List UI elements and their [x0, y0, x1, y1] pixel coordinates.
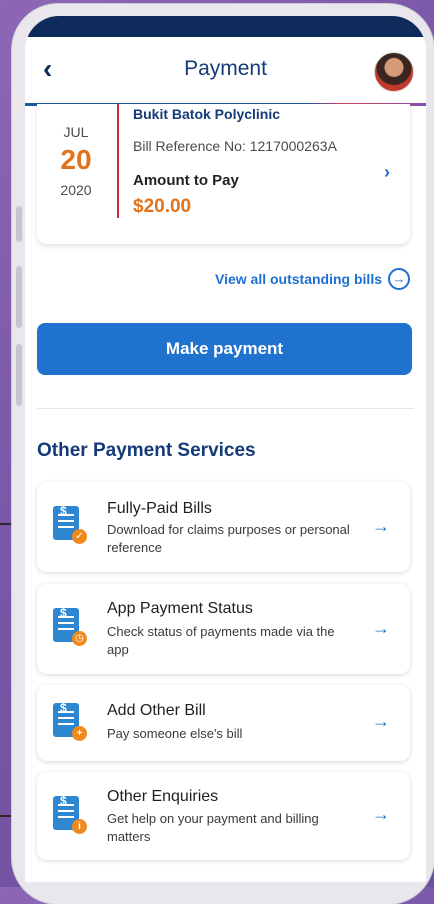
phone-side-button: [16, 266, 22, 328]
service-description: Check status of payments made via the ap…: [107, 624, 335, 657]
amount-value: $20.00: [133, 196, 192, 217]
service-add-other-bill[interactable]: $ + Add Other Bill Pay someone else's bi…: [37, 685, 410, 761]
outstanding-bill-card[interactable]: JUL 20 2020 Bukit Batok Polyclinic Bill …: [37, 104, 410, 244]
service-title: Add Other Bill: [107, 702, 206, 719]
circle-arrow-right-icon: →: [388, 268, 410, 290]
bill-date: JUL 20 2020: [47, 124, 105, 198]
service-description: Get help on your payment and billing mat…: [107, 811, 319, 844]
arrow-right-icon: →: [372, 618, 390, 638]
app-header: ‹ Payment: [25, 37, 426, 106]
bill-divider: [117, 104, 119, 218]
avatar[interactable]: [374, 52, 414, 92]
make-payment-button[interactable]: Make payment: [37, 323, 412, 375]
arrow-right-icon: →: [372, 516, 390, 536]
service-title: Fully-Paid Bills: [107, 500, 212, 517]
bill-clinic-name: Bukit Batok Polyclinic: [133, 106, 281, 122]
service-description: Pay someone else's bill: [107, 726, 243, 741]
status-bar: [25, 16, 426, 37]
receipt-clock-icon: $ ◷: [53, 606, 89, 648]
section-divider: [37, 408, 414, 409]
arrow-right-icon: →: [372, 804, 390, 824]
bill-date-year: 2020: [60, 182, 92, 198]
amount-label: Amount to Pay: [133, 172, 239, 189]
receipt-add-icon: $ +: [53, 701, 89, 743]
receipt-check-icon: $ ✓: [53, 504, 89, 546]
chevron-right-icon[interactable]: ›: [384, 162, 390, 183]
service-other-enquiries[interactable]: $ i Other Enquiries Get help on your pay…: [37, 772, 410, 860]
phone-side-button: [16, 344, 22, 406]
receipt-info-icon: $ i: [53, 794, 89, 836]
arrow-right-icon: →: [372, 711, 390, 731]
service-app-payment-status[interactable]: $ ◷ App Payment Status Check status of p…: [37, 584, 410, 674]
section-title: Other Payment Services: [37, 440, 256, 461]
view-all-bills-label: View all outstanding bills: [215, 271, 382, 287]
phone-side-button: [16, 206, 22, 242]
app-screen: ‹ Payment JUL 20 2020 Bukit Batok Polycl…: [25, 16, 426, 882]
bill-date-month: JUL: [63, 124, 89, 140]
service-title: Other Enquiries: [107, 788, 219, 805]
bill-reference: Bill Reference No: 1217000263A: [133, 138, 337, 154]
bill-date-day: 20: [60, 144, 92, 175]
service-fully-paid-bills[interactable]: $ ✓ Fully-Paid Bills Download for claims…: [37, 482, 410, 572]
page-title: Payment: [184, 57, 267, 80]
service-description: Download for claims purposes or personal…: [107, 522, 350, 555]
service-title: App Payment Status: [107, 600, 253, 617]
view-all-bills-link[interactable]: View all outstanding bills →: [215, 268, 410, 290]
